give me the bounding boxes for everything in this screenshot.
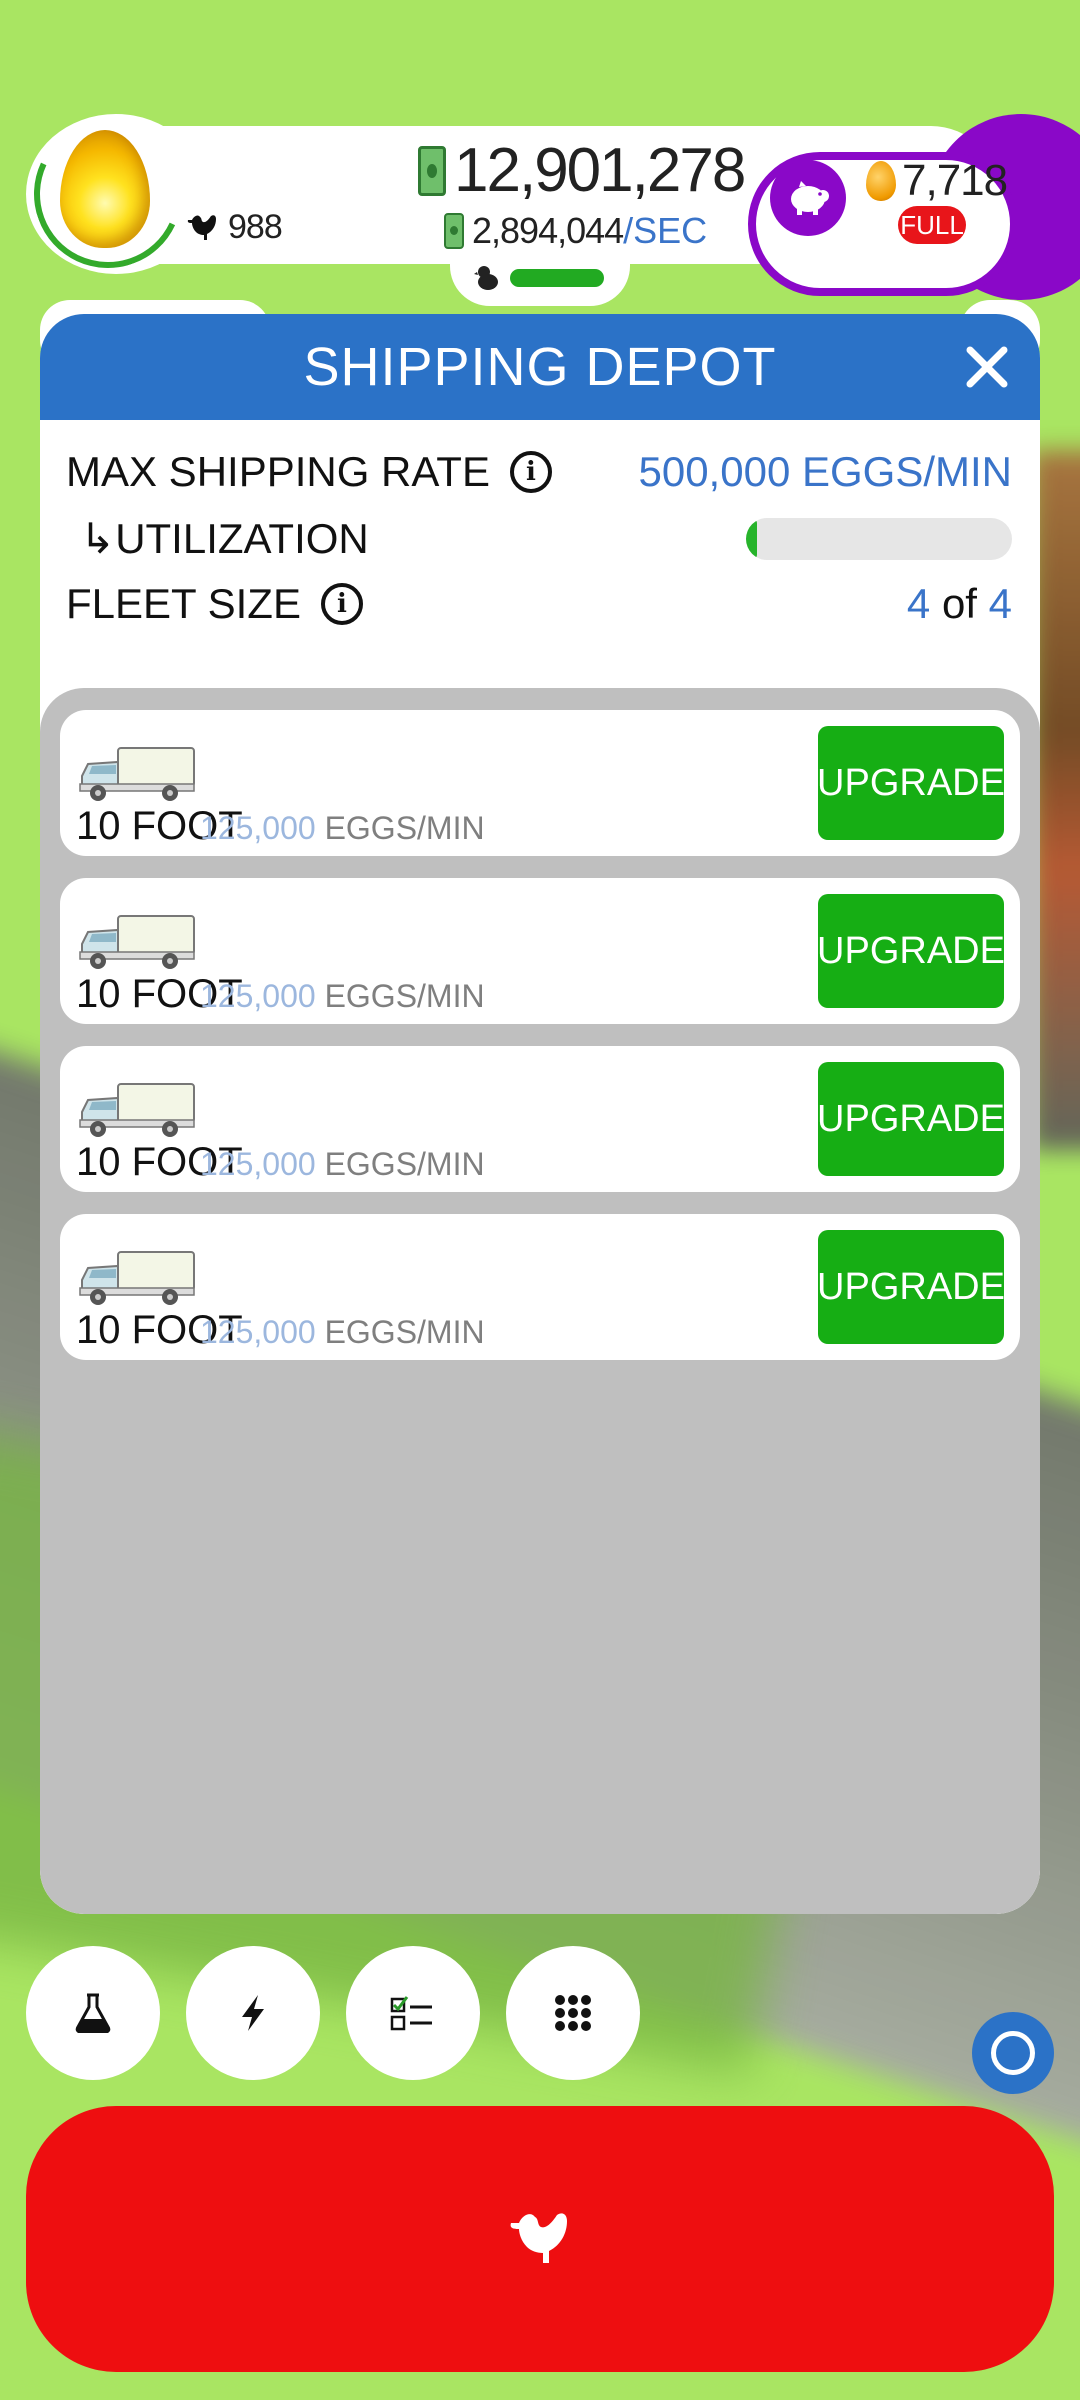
fleet-of: of xyxy=(941,580,977,627)
vehicle-rate-unit: EGGS/MIN xyxy=(324,1146,485,1182)
fleet-size-value: 4 of 4 xyxy=(907,580,1012,628)
chicken-count: 988 xyxy=(186,208,283,247)
vehicle-rate-value: 125,000 xyxy=(200,1314,316,1350)
vehicle-rate-unit: EGGS/MIN xyxy=(324,810,485,846)
vehicle-rate-value: 125,000 xyxy=(200,1146,316,1182)
upgrade-button[interactable]: UPGRADE xyxy=(817,894,1005,1008)
upgrade-button[interactable]: UPGRADE xyxy=(817,1230,1005,1344)
missions-button[interactable] xyxy=(346,1946,480,2080)
top-hud: 988 12,901,278 2,894,044 /SEC 7,718 FULL xyxy=(0,0,1080,306)
truck-icon xyxy=(79,915,195,969)
depot-stats: MAX SHIPPING RATE i 500,000 EGGS/MIN ↳UT… xyxy=(40,420,1040,680)
hatchery-indicator xyxy=(474,264,604,292)
utilization-bar xyxy=(746,517,1012,560)
boost-lightning-icon xyxy=(242,1995,264,2031)
menu-button[interactable] xyxy=(506,1946,640,2080)
vehicle-rate-value: 125,000 xyxy=(200,810,316,846)
utilization-bar-fill xyxy=(746,517,757,560)
earn-rate-display: 2,894,044 /SEC xyxy=(444,210,707,252)
vehicle-rate-value: 125,000 xyxy=(200,978,316,1014)
max-rate-label: MAX SHIPPING RATE xyxy=(66,448,490,495)
fleet-size-row: FLEET SIZE i 4 of 4 xyxy=(66,580,1012,628)
vehicle-row: 10 FOOT 125,000 EGGS/MIN UPGRADE xyxy=(60,1214,1020,1360)
vehicle-rate: 125,000 EGGS/MIN xyxy=(200,810,485,847)
truck-icon xyxy=(79,747,195,801)
utilization-label: ↳UTILIZATION xyxy=(80,515,369,562)
max-rate-value: 500,000 EGGS/MIN xyxy=(638,448,1012,495)
golden-egg-count: 7,718 xyxy=(866,156,1008,206)
cash-icon xyxy=(418,146,446,196)
hatchery-progress-bar xyxy=(510,269,604,287)
upgrade-button[interactable]: UPGRADE xyxy=(817,1062,1005,1176)
truck-icon xyxy=(79,1251,195,1305)
piggy-bank-icon[interactable] xyxy=(770,160,846,236)
research-flask-icon xyxy=(75,1993,111,2033)
piggy-full-badge: FULL xyxy=(898,206,966,244)
vehicle-row: 10 FOOT 125,000 EGGS/MIN UPGRADE xyxy=(60,1046,1020,1192)
earn-rate-value: 2,894,044 xyxy=(472,210,624,251)
shipping-depot-modal: SHIPPING DEPOT MAX SHIPPING RATE i 500,0… xyxy=(40,314,1040,1914)
money-display: 12,901,278 xyxy=(418,136,746,205)
chick-icon xyxy=(474,266,498,290)
fleet-size-label: FLEET SIZE xyxy=(66,580,301,627)
vehicle-row: 10 FOOT 125,000 EGGS/MIN UPGRADE xyxy=(60,878,1020,1024)
modal-header: SHIPPING DEPOT xyxy=(40,314,1040,420)
golden-egg-small-icon xyxy=(866,161,896,201)
fleet-total: 4 xyxy=(988,580,1012,627)
max-rate-row: MAX SHIPPING RATE i 500,000 EGGS/MIN xyxy=(66,448,1012,496)
upgrade-button[interactable]: UPGRADE xyxy=(817,726,1005,840)
close-icon[interactable] xyxy=(964,344,1010,390)
fleet-list: 10 FOOT 125,000 EGGS/MIN UPGRADE 10 FOOT… xyxy=(40,688,1040,1914)
info-icon[interactable]: i xyxy=(320,583,363,625)
boost-button[interactable] xyxy=(186,1946,320,2080)
info-icon[interactable]: i xyxy=(509,451,552,493)
chicken-icon xyxy=(510,2213,567,2263)
truck-icon xyxy=(79,1083,195,1137)
menu-grid-icon xyxy=(555,1995,591,2031)
circle-icon xyxy=(991,2031,1035,2075)
fleet-current: 4 xyxy=(906,580,931,627)
earn-rate-unit: /SEC xyxy=(623,210,708,251)
vehicle-rate: 125,000 EGGS/MIN xyxy=(200,978,485,1015)
vehicle-rate-unit: EGGS/MIN xyxy=(324,1314,485,1350)
vehicle-row: 10 FOOT 125,000 EGGS/MIN UPGRADE xyxy=(60,710,1020,856)
money-value: 12,901,278 xyxy=(454,136,746,205)
research-button[interactable] xyxy=(26,1946,160,2080)
golden-egg-count-value: 7,718 xyxy=(902,156,1008,205)
chicken-count-value: 988 xyxy=(228,208,283,246)
vehicle-rate: 125,000 EGGS/MIN xyxy=(200,1314,485,1351)
floating-circle-button[interactable] xyxy=(972,2012,1054,2094)
modal-title: SHIPPING DEPOT xyxy=(303,337,777,397)
missions-checklist-icon xyxy=(390,1996,432,2031)
cash-icon xyxy=(444,213,464,249)
utilization-row: ↳UTILIZATION xyxy=(66,514,1012,563)
chicken-icon xyxy=(187,214,216,240)
vehicle-rate: 125,000 EGGS/MIN xyxy=(200,1146,485,1183)
hatch-chicken-button[interactable] xyxy=(26,2106,1054,2372)
vehicle-rate-unit: EGGS/MIN xyxy=(324,978,485,1014)
